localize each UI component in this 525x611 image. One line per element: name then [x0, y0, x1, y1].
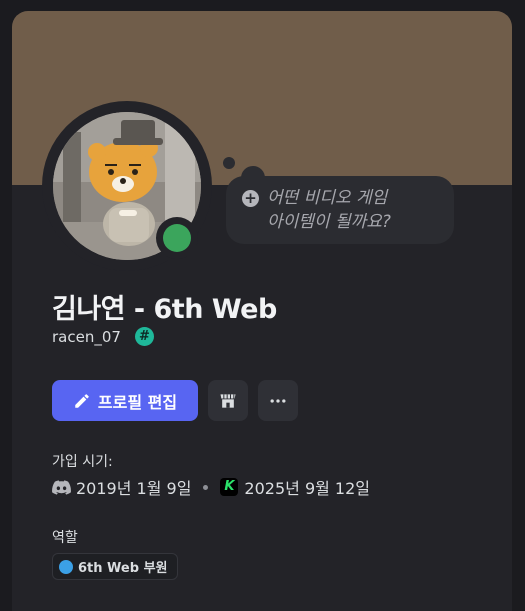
- separator-dot: [203, 484, 209, 490]
- shop-icon: [220, 393, 236, 408]
- joined-label: 가입 시기:: [52, 454, 113, 470]
- shop-button[interactable]: [208, 380, 248, 421]
- server-icon: K: [220, 478, 239, 496]
- role-color-dot: [59, 559, 73, 574]
- more-options-button[interactable]: [258, 380, 298, 421]
- thought-bubble-dot: [223, 157, 235, 169]
- display-name: 김나연 - 6th Web: [52, 294, 277, 325]
- role-chip[interactable]: 6th Web 부원: [52, 553, 178, 580]
- custom-status-bubble[interactable]: + 어떤 비디오 게임 아이템이 될까요?: [226, 176, 454, 244]
- edit-profile-label: 프로필 편집: [97, 392, 178, 412]
- server-join-date: 2025년 9월 12일: [244, 479, 371, 498]
- status-indicator: [156, 217, 198, 259]
- role-name: 6th Web 부원: [78, 561, 168, 576]
- roles-label: 역할: [52, 530, 78, 546]
- avatar-wrapper[interactable]: [42, 101, 212, 271]
- pencil-icon: [75, 393, 89, 408]
- custom-status-placeholder: 어떤 비디오 게임 아이템이 될까요?: [267, 188, 391, 232]
- hash-badge-icon[interactable]: #: [134, 327, 154, 346]
- plus-icon: +: [242, 190, 259, 207]
- more-icon: [270, 398, 286, 403]
- discord-icon: [52, 479, 71, 495]
- discord-join-date: 2019년 1월 9일: [76, 479, 192, 498]
- online-status-dot: [163, 224, 191, 252]
- username[interactable]: racen_07: [52, 328, 121, 346]
- edit-profile-button[interactable]: 프로필 편집: [52, 380, 198, 421]
- username-row: racen_07 #: [52, 327, 154, 346]
- joined-dates-row: 2019년 1월 9일 K 2025년 9월 12일: [52, 475, 370, 499]
- profile-card: + 어떤 비디오 게임 아이템이 될까요? 김나연 - 6th Web race…: [12, 11, 512, 611]
